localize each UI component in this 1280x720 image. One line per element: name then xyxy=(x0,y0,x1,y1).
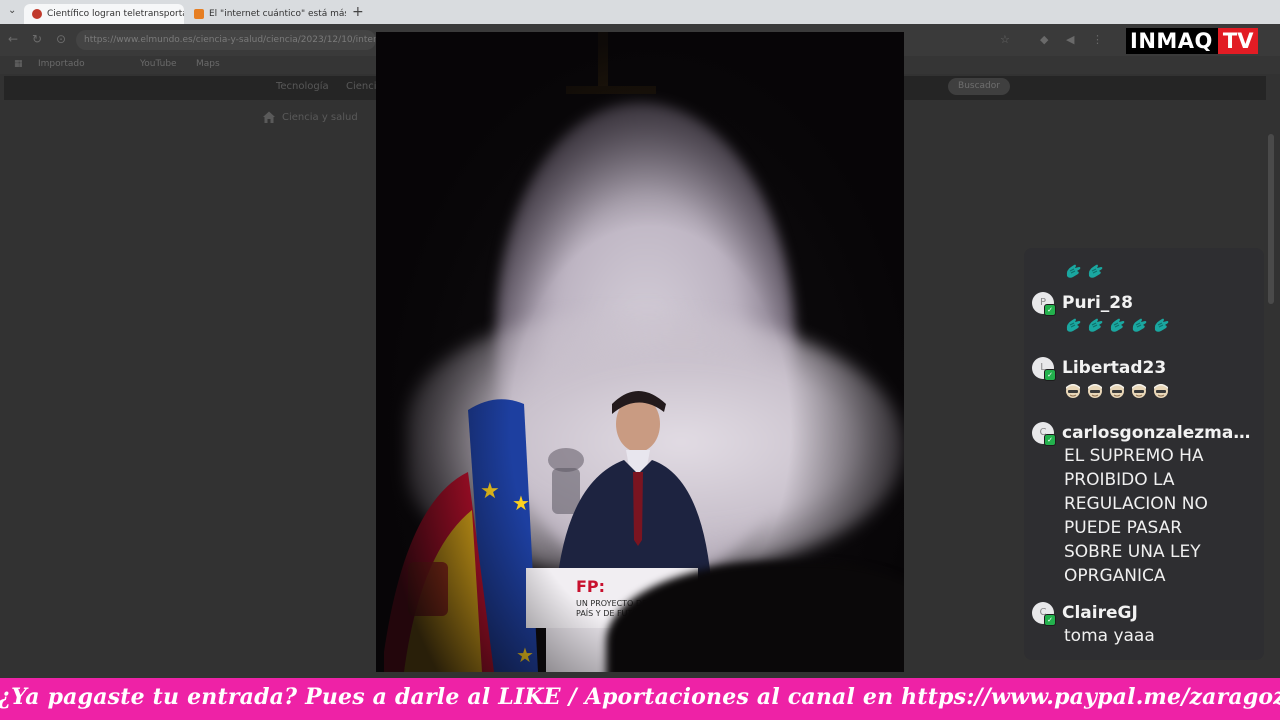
news-photo: ★ ★ ★ FP: UN PROYECTO DE PAÍS Y DE FUTUR… xyxy=(376,32,904,672)
tab-favicon-icon xyxy=(32,9,42,19)
logo-word: INMAQ xyxy=(1126,28,1218,54)
avatar[interactable]: P ✓ xyxy=(1032,292,1056,316)
breadcrumb-label[interactable]: Ciencia y salud xyxy=(282,112,358,123)
chat-message-text: toma yaaa xyxy=(1064,626,1155,646)
teal-hand-emote-icon xyxy=(1088,318,1103,332)
chat-username[interactable]: ClaireGJ xyxy=(1062,603,1138,623)
browser-tab-2[interactable]: El "internet cuántico" está más ce ✕ xyxy=(186,4,346,24)
news-ticker: ¿Ya pagaste tu entrada? Pues a darle al … xyxy=(0,678,1280,720)
emote-row xyxy=(1064,379,1260,401)
teal-hand-emote-icon xyxy=(1132,318,1147,332)
chat-username[interactable]: Libertad23 xyxy=(1062,358,1166,378)
teal-hand-emote-icon xyxy=(1110,318,1125,332)
browser-tab-bar: ⌄ Científico logran teletransportar ✕ El… xyxy=(0,0,1280,24)
chat-message: L ✓ Libertad23 xyxy=(1032,357,1260,401)
apps-icon[interactable]: ▦ xyxy=(14,59,23,69)
teal-hand-emote-icon xyxy=(1088,264,1103,278)
face-emote-icon xyxy=(1110,384,1124,398)
avatar[interactable]: L ✓ xyxy=(1032,357,1056,381)
chat-username[interactable]: Puri_28 xyxy=(1062,293,1133,313)
live-chat-overlay: P ✓ Puri_28 L ✓ Libertad23 C ✓ carlosgon… xyxy=(1024,248,1264,660)
verified-badge-icon: ✓ xyxy=(1044,434,1056,446)
menu-item-tecnologia[interactable]: Tecnología xyxy=(276,81,329,92)
channel-logo: INMAQ TV xyxy=(1126,28,1259,54)
new-tab-icon[interactable]: + xyxy=(352,4,364,20)
chat-message-partial xyxy=(1032,260,1260,282)
site-info-icon[interactable]: ⊙ xyxy=(56,32,66,46)
teal-hand-emote-icon xyxy=(1066,318,1081,332)
chat-message: P ✓ Puri_28 xyxy=(1032,292,1260,336)
avatar[interactable]: C ✓ xyxy=(1032,422,1056,446)
face-emote-icon xyxy=(1132,384,1146,398)
speaker-icon[interactable]: ◀ xyxy=(1066,33,1074,46)
page-scrollbar[interactable] xyxy=(1268,134,1274,304)
verified-badge-icon: ✓ xyxy=(1044,614,1056,626)
address-bar[interactable]: https://www.elmundo.es/ciencia-y-salud/c… xyxy=(76,30,376,50)
tab-title: Científico logran teletransportar xyxy=(47,9,184,19)
ticker-text: ¿Ya pagaste tu entrada? Pues a darle al … xyxy=(0,684,1280,710)
menu-icon[interactable]: ⋮ xyxy=(1092,33,1103,46)
emote-row xyxy=(1064,260,1260,282)
chat-message: C ✓ ClaireGJ toma yaaa xyxy=(1032,602,1260,648)
chat-username[interactable]: carlosgonzalezmar... xyxy=(1062,423,1254,443)
face-emote-icon xyxy=(1154,384,1168,398)
reload-icon[interactable]: ↻ xyxy=(32,32,42,46)
bookmark-imported[interactable]: Importado xyxy=(38,59,85,69)
chat-message: C ✓ carlosgonzalezmar... EL SUPREMO HA P… xyxy=(1032,422,1260,588)
star-icon[interactable]: ☆ xyxy=(1000,33,1010,46)
verified-badge-icon: ✓ xyxy=(1044,304,1056,316)
chat-message-text: EL SUPREMO HA PROIBIDO LA REGULACION NO … xyxy=(1064,446,1208,586)
logo-tag: TV xyxy=(1217,28,1259,54)
site-search-button[interactable]: Buscador xyxy=(948,78,1010,95)
extensions-icon[interactable]: ◆ xyxy=(1040,33,1048,46)
face-emote-icon xyxy=(1066,384,1080,398)
bookmark-maps[interactable]: Maps xyxy=(196,59,220,69)
teal-hand-emote-icon xyxy=(1066,264,1081,278)
face-emote-icon xyxy=(1088,384,1102,398)
verified-badge-icon: ✓ xyxy=(1044,369,1056,381)
emote-row xyxy=(1064,314,1260,336)
bookmark-youtube[interactable]: YouTube xyxy=(140,59,177,69)
browser-tab-1[interactable]: Científico logran teletransportar ✕ xyxy=(24,4,184,24)
home-icon[interactable] xyxy=(262,110,276,124)
breadcrumb: Ciencia y salud xyxy=(262,110,358,124)
tab-favicon-icon xyxy=(194,9,204,19)
avatar[interactable]: C ✓ xyxy=(1032,602,1056,626)
back-icon[interactable]: ← xyxy=(8,32,18,46)
tab-list-chevron-icon[interactable]: ⌄ xyxy=(8,5,16,16)
tab-title: El "internet cuántico" está más ce xyxy=(209,9,346,19)
teal-hand-emote-icon xyxy=(1154,318,1169,332)
